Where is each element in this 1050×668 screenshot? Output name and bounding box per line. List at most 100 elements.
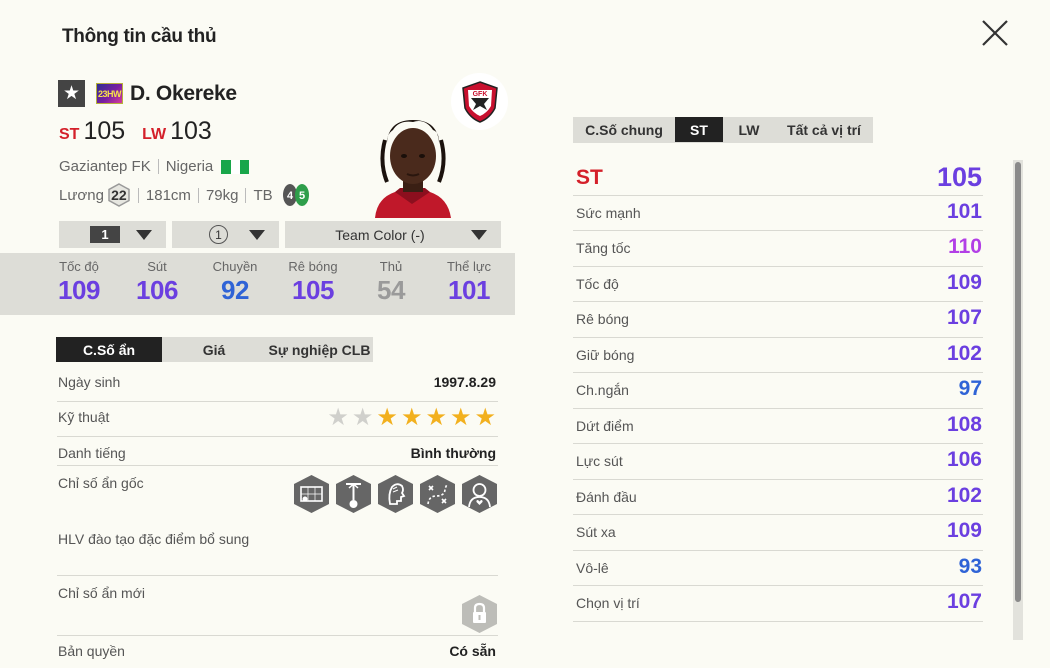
salary-badge: 22 [107,183,131,207]
rights-label: Bản quyền [58,643,125,659]
traits-row: Chỉ số ẩn gốc [57,466,498,522]
salary-value: 22 [111,187,127,203]
attribute-value: 110 [948,235,982,258]
body-type: TB [253,186,273,204]
head-profile-icon[interactable] [377,474,414,514]
tab-all-positions[interactable]: Tất cả vị trí [775,117,873,142]
team-color-label: Team Color (-) [335,227,425,243]
tab-price[interactable]: Giá [162,337,266,362]
attribute-value: 106 [946,448,982,471]
position-ovr: 103 [170,117,212,145]
close-icon[interactable] [978,16,1012,50]
rights-row: Bản quyền Có sẵn [57,636,498,666]
attribute-label: Tăng tốc [576,240,631,256]
attribute-value: 105 [936,162,982,192]
coach-traits-row: HLV đào tạo đặc điểm bổ sung [57,522,498,576]
person-heart-icon[interactable] [461,474,498,514]
birth-label: Ngày sinh [58,374,121,390]
star-filled-icon: ★ [474,404,496,431]
tab-st[interactable]: ST [675,117,723,142]
attribute-value: 107 [946,590,982,613]
attribute-label: Giữ bóng [576,346,635,363]
nigeria-flag-icon [221,159,250,174]
scrollbar-thumb[interactable] [1015,162,1021,602]
tab-general-stats[interactable]: C.Số chung [573,117,675,142]
star-empty-icon: ★ [327,404,349,431]
star-filled-icon: ★ [376,404,398,431]
attribute-label: Sức mạnh [576,204,641,221]
attribute-row: Tốc độ 109 [573,267,983,302]
attribute-value: 107 [946,306,982,329]
height: 181cm [145,186,191,204]
star-filled-icon: ★ [449,404,472,431]
summary-stat: Rê bóng 105 [288,259,338,305]
attribute-list: ST 105 Sức mạnh 101 Tăng tốc 110 Tốc độ 109 Rê b… [573,160,983,622]
club-name: Gaziantep FK [59,158,151,175]
favorite-star-icon[interactable]: ★ [58,80,85,107]
traits-label: Chỉ số ẩn gốc [58,475,144,491]
page-title: Thông tin cầu thủ [62,26,217,47]
star-filled-icon: ★ [400,404,423,431]
attribute-label: Chọn vị trí [576,595,640,611]
tab-hidden-stats[interactable]: C.Số ẩn [56,337,162,362]
attribute-value: 109 [946,270,982,294]
summary-stat: Sút 106 [136,259,178,305]
attribute-label: Đánh đầu [576,488,637,505]
weight: 79kg [205,186,239,204]
foot-badge: 4 5 [281,183,311,207]
attribute-value: 97 [958,377,982,400]
lock-icon[interactable] [461,594,498,634]
chevron-down-icon [471,230,487,240]
attribute-row: Đánh đầu 102 [573,480,983,515]
dribble-path-icon[interactable] [419,474,456,514]
new-traits-label: Chỉ số ẩn mới [58,585,145,601]
summary-stat: Thủ 54 [377,259,405,305]
reputation-value: Bình thường [410,445,496,461]
divider [157,159,159,174]
left-tabs: C.Số ẩn Giá Sự nghiệp CLB [56,337,373,362]
attribute-value: 93 [958,554,982,578]
divider [245,187,247,203]
nation-name: Nigeria [165,158,214,175]
attribute-value: 102 [946,341,982,365]
goal-net-icon[interactable] [293,474,330,514]
salary-label: Lương [59,186,104,204]
attribute-label: Dứt điểm [576,417,634,434]
physical-info-line: Lương 22 181cm 79kg TB 4 5 [59,183,311,207]
skill-row: Kỹ thuật ★ ★ ★ ★ ★ ★ ★ [57,402,498,437]
attribute-label: ST [576,166,603,189]
position-ratings: ST 105 LW 103 [59,117,222,146]
attribute-row: Giữ bóng 102 [573,338,983,373]
chevron-down-icon [136,230,152,240]
chevron-down-icon [249,230,265,240]
player-name: D. Okereke [130,82,237,105]
svg-text:4: 4 [287,190,294,202]
tab-lw[interactable]: LW [723,117,775,142]
star-filled-icon: ★ [425,404,447,431]
attribute-value: 108 [946,412,982,436]
attribute-row: Dứt điểm 108 [573,409,983,444]
season-badge: 23HW [96,83,123,104]
svg-text:GFK: GFK [472,91,487,98]
summary-stats-bar: Tốc độ 109 Sút 106 Chuyền 92 Rê bóng 105 Thủ… [0,253,515,315]
attribute-label: Tốc độ [576,275,619,292]
attribute-label: Lực sút [576,453,623,469]
star-empty-icon: ★ [351,404,374,431]
upgrade-dropdown[interactable]: 1 [172,221,279,248]
attribute-row: Chọn vị trí 107 [573,586,983,622]
coach-traits-label: HLV đào tạo đặc điểm bổ sung [58,531,250,547]
team-color-dropdown[interactable]: Team Color (-) [285,221,501,248]
trait-icons [293,474,498,514]
ball-tower-icon[interactable] [335,474,372,514]
attribute-row: Rê bóng 107 [573,302,983,338]
reputation-label: Danh tiếng [58,445,126,461]
attribute-row: Sút xa 109 [573,515,983,551]
level-dropdown[interactable]: 1 [59,221,166,248]
attribute-row: Tăng tốc 110 [573,231,983,267]
attribute-row: Ch.ngắn 97 [573,373,983,409]
position-label: ST [59,126,80,143]
position-ovr: 105 [83,117,126,145]
attribute-value: 102 [946,483,982,507]
tab-club-career[interactable]: Sự nghiệp CLB [266,337,373,362]
reputation-row: Danh tiếng Bình thường [57,437,498,466]
